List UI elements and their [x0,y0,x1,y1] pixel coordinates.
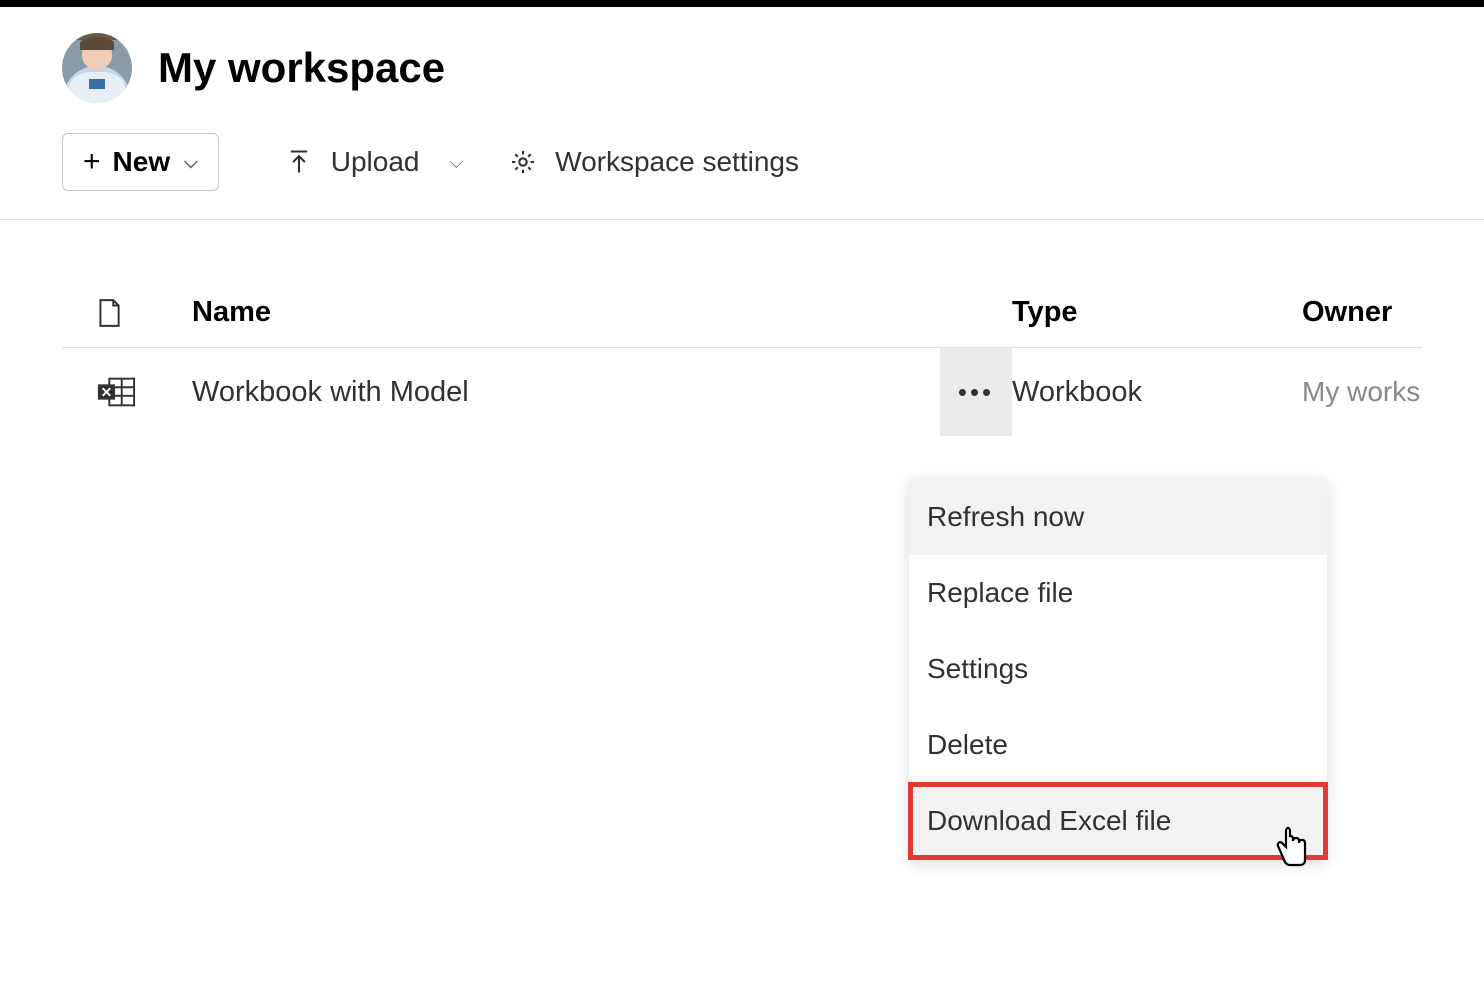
upload-label: Upload [331,146,420,178]
row-owner: My workspace [1302,376,1422,408]
upload-icon [285,148,313,176]
gear-icon [509,148,537,176]
context-menu: Refresh now Replace file Settings Delete… [909,479,1327,859]
table-header: Name Type Owner [62,278,1422,348]
workspace-title: My workspace [158,44,445,92]
excel-workbook-icon [96,374,136,410]
settings-label: Workspace settings [555,146,799,178]
content-table: Name Type Owner Workbook with Model ••• … [0,278,1484,436]
column-type-header[interactable]: Type [1012,296,1302,329]
workspace-header: My workspace [0,7,1484,103]
column-name-header[interactable]: Name [192,296,1012,329]
new-button[interactable]: + New ⌵ [62,133,219,191]
row-type: Workbook [1012,376,1302,409]
menu-item-refresh-now[interactable]: Refresh now [909,479,1327,555]
upload-button[interactable]: Upload ⌵ [285,146,463,178]
workspace-settings-button[interactable]: Workspace settings [509,146,799,178]
chevron-down-icon: ⌵ [450,152,464,173]
avatar [62,33,132,103]
toolbar: + New ⌵ Upload ⌵ Workspace settings [0,103,1484,220]
plus-icon: + [83,147,101,177]
menu-item-delete[interactable]: Delete [909,707,1327,783]
menu-item-replace-file[interactable]: Replace file [909,555,1327,631]
table-row[interactable]: Workbook with Model ••• Workbook My work… [62,348,1422,436]
row-icon-cell [62,374,192,410]
more-dots-icon: ••• [958,379,994,405]
row-name: Workbook with Model [192,376,1012,409]
new-button-label: New [113,146,171,178]
column-owner-header[interactable]: Owner [1302,296,1422,329]
menu-item-settings[interactable]: Settings [909,631,1327,707]
chevron-down-icon: ⌵ [184,152,198,173]
more-options-button[interactable]: ••• [940,348,1012,436]
column-icon-header[interactable] [62,298,192,328]
document-icon [96,298,122,328]
menu-item-download-excel-file[interactable]: Download Excel file [909,783,1327,859]
